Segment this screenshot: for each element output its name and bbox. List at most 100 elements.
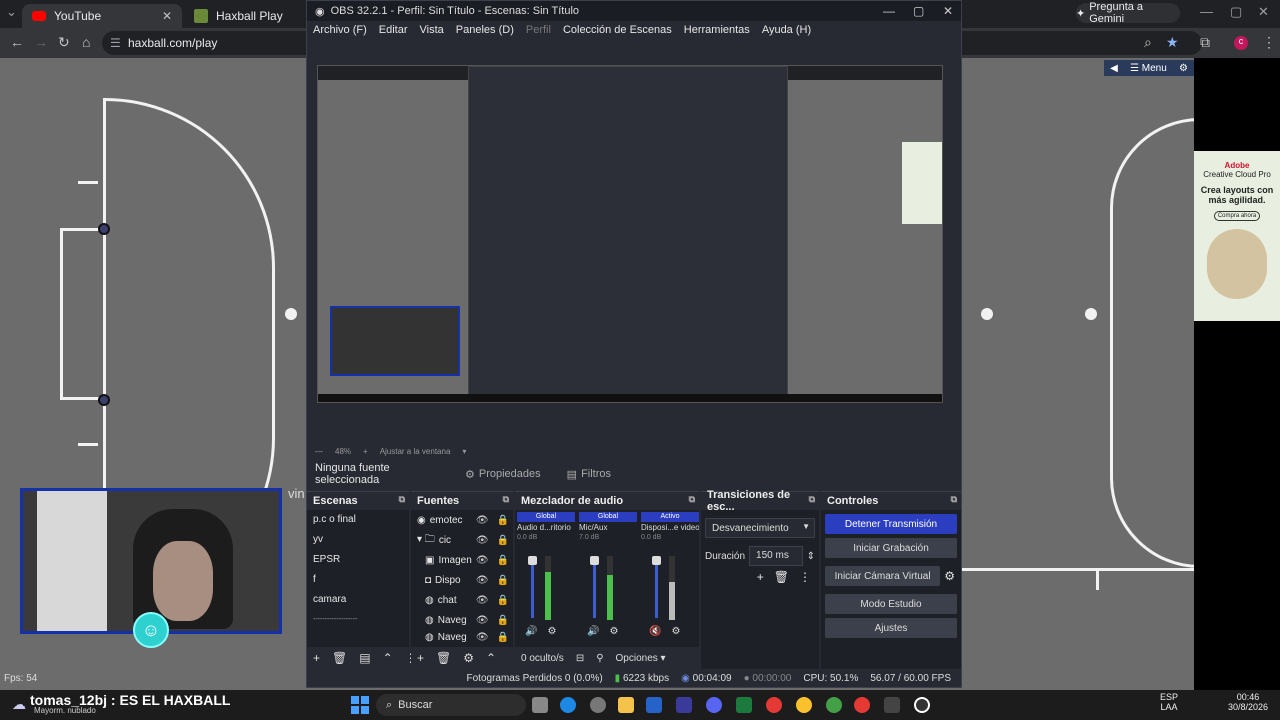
undock-icon[interactable]: ⧉	[399, 494, 405, 505]
menu-ayuda[interactable]: Ayuda (H)	[762, 24, 811, 36]
scene-item[interactable]: camara	[307, 590, 409, 610]
eye-icon[interactable]: 👁	[476, 575, 489, 586]
eye-icon[interactable]: 👁	[476, 535, 489, 546]
channel-settings-icon[interactable]: ⚙	[547, 626, 556, 637]
zoom-out-icon[interactable]: —	[315, 447, 323, 456]
eye-icon[interactable]: 👁	[476, 515, 489, 526]
minimize-icon[interactable]: —	[883, 4, 895, 18]
tab-search-icon[interactable]: ⌄	[6, 4, 17, 20]
start-button[interactable]	[351, 696, 369, 714]
back-icon[interactable]: ←	[10, 34, 24, 50]
tab-haxball[interactable]: Haxball Play	[184, 4, 314, 28]
scene-item[interactable]: EPSR	[307, 550, 409, 570]
eye-icon[interactable]: 👁	[476, 555, 489, 566]
fit-window-button[interactable]: Ajustar a la ventana	[380, 447, 451, 456]
volume-fader[interactable]	[531, 558, 534, 618]
maximize-icon[interactable]: ▢	[913, 4, 924, 18]
fader-handle[interactable]	[590, 556, 599, 565]
clock[interactable]: 00:46 30/8/2026	[1228, 692, 1268, 712]
trash-icon[interactable]: 🗑	[332, 651, 347, 665]
move-up-icon[interactable]: ⌃	[383, 651, 393, 665]
menu-perfil[interactable]: Perfil	[526, 24, 551, 36]
add-icon[interactable]: +	[313, 651, 320, 665]
lock-icon[interactable]: 🔒	[497, 535, 509, 546]
undock-icon[interactable]: ⧉	[689, 494, 695, 505]
weather-icon[interactable]: ☁	[12, 696, 26, 713]
maximize-icon[interactable]: ▢	[1230, 4, 1242, 20]
minimize-icon[interactable]: —	[1200, 4, 1213, 19]
forward-icon[interactable]: →	[34, 34, 48, 50]
settings-icon[interactable]	[590, 697, 606, 713]
obs-preview[interactable]	[317, 65, 943, 403]
menu-coleccion-escenas[interactable]: Colección de Escenas	[563, 24, 672, 36]
source-item[interactable]: ▾ 🗀 cic 👁 🔒	[411, 530, 513, 550]
trash-icon[interactable]: 🗑	[436, 651, 451, 665]
lock-icon[interactable]: 🔒	[497, 515, 509, 526]
undock-icon[interactable]: ⧉	[951, 494, 957, 505]
lock-icon[interactable]: 🔒	[497, 632, 509, 643]
eye-icon[interactable]: 👁	[476, 595, 489, 606]
app-icon[interactable]	[676, 697, 692, 713]
channel-settings-icon[interactable]: ⚙	[671, 626, 680, 637]
ad-cta-button[interactable]: Compra ahora	[1214, 211, 1260, 221]
scene-item[interactable]: yv	[307, 530, 409, 550]
transition-select[interactable]: Desvanecimiento ▼	[705, 518, 815, 538]
language-indicator[interactable]: ESP LAA	[1160, 692, 1178, 712]
word-icon[interactable]	[646, 697, 662, 713]
layout-icon[interactable]: ⊟	[576, 653, 584, 664]
site-info-icon[interactable]: ☰	[110, 31, 121, 55]
eye-icon[interactable]: 👁	[476, 632, 489, 643]
lock-icon[interactable]: 🔒	[497, 615, 509, 626]
menu-paneles[interactable]: Paneles (D)	[456, 24, 514, 36]
fader-handle[interactable]	[652, 556, 661, 565]
undock-icon[interactable]: ⧉	[809, 494, 815, 505]
obs-icon[interactable]	[914, 697, 930, 713]
properties-button[interactable]: ⚙ Propiedades	[457, 466, 549, 483]
add-icon[interactable]: +	[757, 570, 764, 584]
fullscreen-icon[interactable]: ◀	[1110, 63, 1118, 74]
extensions-icon[interactable]: ⧉	[1200, 34, 1210, 51]
profile-avatar[interactable]: c	[1234, 36, 1248, 50]
menu-archivo[interactable]: Archivo (F)	[313, 24, 367, 36]
source-item[interactable]: ◍ Naveg 👁 🔒	[411, 610, 513, 630]
duration-field[interactable]: 150 ms	[749, 546, 803, 566]
speaker-icon[interactable]: 🔊	[587, 626, 599, 637]
zoom-icon[interactable]: ⌕	[1144, 34, 1152, 51]
source-item[interactable]: ◍ chat 👁 🔒	[411, 590, 513, 610]
excel-icon[interactable]	[736, 697, 752, 713]
chrome-icon[interactable]	[854, 697, 870, 713]
chrome-icon[interactable]	[766, 697, 782, 713]
scene-item[interactable]: p.c o final	[307, 510, 409, 530]
start-virtual-camera-button[interactable]: Iniciar Cámara Virtual	[825, 566, 941, 586]
volume-fader[interactable]	[655, 558, 658, 618]
haxball-menu-bar[interactable]: ◀ ☰ Menu ⚙	[1104, 60, 1194, 76]
more-icon[interactable]: ⋮	[799, 570, 811, 584]
chrome-icon[interactable]	[826, 697, 842, 713]
tab-youtube[interactable]: YouTube ✕	[22, 4, 182, 28]
edge-icon[interactable]	[560, 697, 576, 713]
virtual-camera-settings-icon[interactable]: ⚙	[944, 569, 955, 583]
channel-settings-icon[interactable]: ⚙	[609, 626, 618, 637]
menu-editar[interactable]: Editar	[379, 24, 408, 36]
more-menu-icon[interactable]: ⋮	[1262, 34, 1276, 51]
home-icon[interactable]: ⌂	[82, 34, 90, 50]
file-explorer-icon[interactable]	[618, 697, 634, 713]
speaker-icon[interactable]: 🔊	[525, 626, 537, 637]
chrome-icon[interactable]	[796, 697, 812, 713]
scene-item[interactable]: f	[307, 570, 409, 590]
muted-speaker-icon[interactable]: 🔇	[649, 626, 661, 637]
stop-streaming-button[interactable]: Detener Transmisión	[825, 514, 957, 534]
options-button[interactable]: Opciones ▾	[616, 653, 666, 664]
eye-icon[interactable]: 👁	[476, 615, 489, 626]
start-recording-button[interactable]: Iniciar Grabación	[825, 538, 957, 558]
trash-icon[interactable]: 🗑	[774, 570, 789, 584]
zoom-in-icon[interactable]: +	[363, 447, 368, 456]
source-item[interactable]: ◉ emotec 👁 🔒	[411, 510, 513, 530]
source-item[interactable]: ◘ Dispo 👁 🔒	[411, 570, 513, 590]
filters-button[interactable]: ▤ Filtros	[559, 466, 619, 483]
link-icon[interactable]: ⚲	[596, 653, 603, 664]
bookmark-star-icon[interactable]: ★	[1166, 34, 1179, 51]
volume-fader[interactable]	[593, 558, 596, 618]
menu-button[interactable]: ☰ Menu	[1130, 63, 1167, 74]
source-item[interactable]: ▣ Imagen 👁 🔒	[411, 550, 513, 570]
